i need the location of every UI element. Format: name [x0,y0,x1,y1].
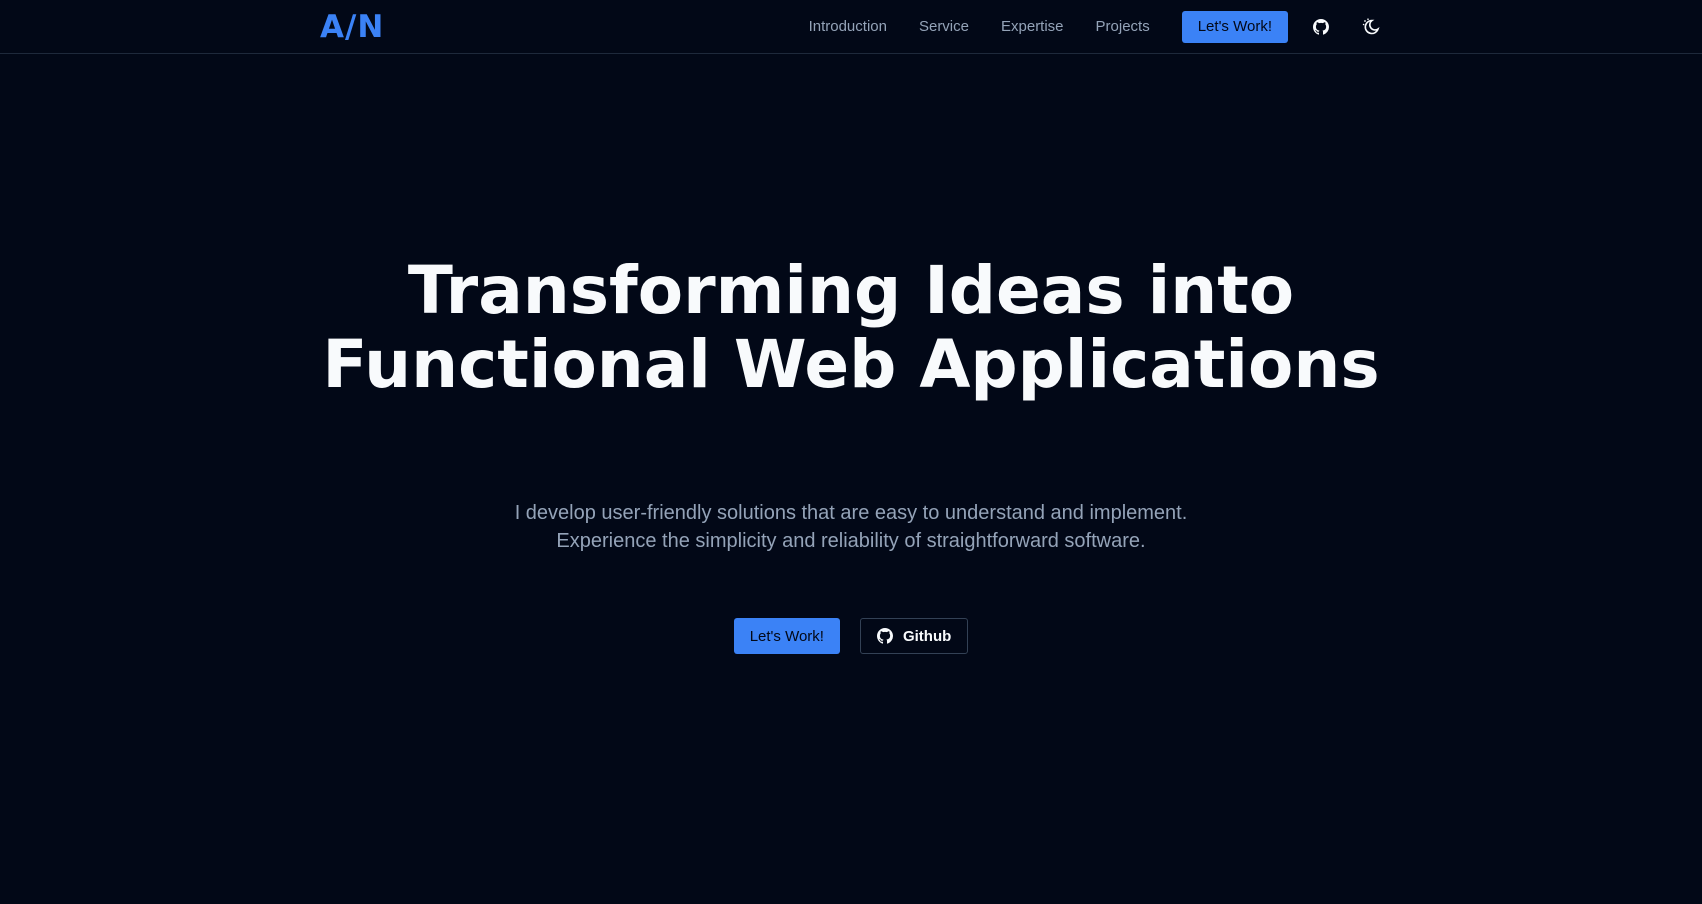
navbar-inner: A/N Introduction Service Expertise Proje… [320,0,1388,53]
hero-subtitle-line-2: Experience the simplicity and reliabilit… [556,530,1146,552]
hero-title: Transforming Ideas into Functional Web A… [0,254,1702,402]
hero-title-line-2: Functional Web Applications [322,326,1380,403]
logo[interactable]: A/N [320,9,384,45]
nav-links: Introduction Service Expertise Projects [809,18,1182,35]
hero-subtitle: I develop user-friendly solutions that a… [0,499,1702,555]
hero-title-line-1: Transforming Ideas into [407,252,1295,329]
navbar: A/N Introduction Service Expertise Proje… [0,0,1702,54]
github-icon[interactable] [1304,10,1338,44]
hero-github-button[interactable]: Github [859,618,969,654]
theme-toggle-icon[interactable] [1354,10,1388,44]
nav-lets-work-button[interactable]: Let's Work! [1181,10,1288,43]
nav-right: Introduction Service Expertise Projects … [809,10,1388,44]
nav-link-expertise[interactable]: Expertise [1001,18,1064,35]
hero-lets-work-button[interactable]: Let's Work! [733,618,840,654]
github-icon [876,628,893,644]
hero-actions: Let's Work! Github [0,618,1702,654]
nav-link-projects[interactable]: Projects [1096,18,1150,35]
nav-link-introduction[interactable]: Introduction [809,18,887,35]
hero-github-button-label: Github [902,627,952,645]
hero-subtitle-line-1: I develop user-friendly solutions that a… [514,502,1188,524]
nav-link-service[interactable]: Service [919,18,969,35]
